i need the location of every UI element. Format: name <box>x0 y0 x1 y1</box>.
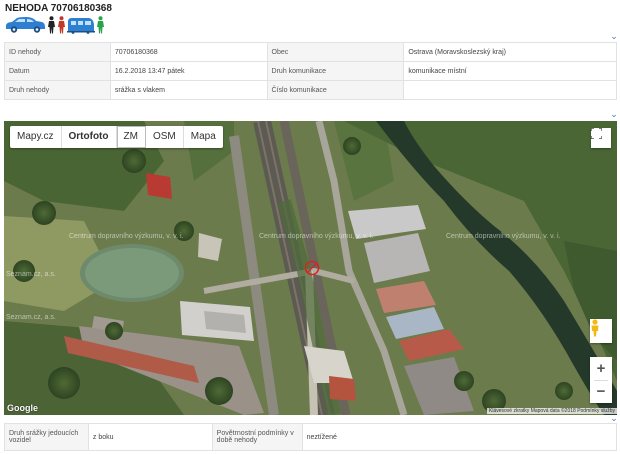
field-value: neztížené <box>301 423 618 451</box>
field-label: Obec <box>266 42 405 62</box>
ortho-photo <box>4 121 617 415</box>
fullscreen-icon <box>591 128 602 139</box>
pegman-icon <box>591 319 599 337</box>
map-layer-tabs: Mapy.cz Ortofoto ZM OSM Mapa <box>10 126 223 148</box>
map-attribution[interactable]: Klávesové zkratky Mapová data ©2018 Podm… <box>487 408 617 414</box>
watermark-seznam: Seznam.cz, a.s. <box>6 314 56 321</box>
field-value: Ostrava (Moravskoslezský kraj) <box>403 42 617 62</box>
table-row: Druh srážky jedoucích vozidel z boku Povět… <box>4 423 618 451</box>
field-value: srážka s vlakem <box>109 80 268 100</box>
watermark: Centrum dopravního výzkumu, v. v. i. <box>259 233 374 240</box>
field-label: ID nehody <box>4 42 111 62</box>
collapse-map-chevron-icon[interactable]: ⌄ <box>609 109 619 119</box>
field-value: z boku <box>87 423 213 451</box>
field-value <box>403 80 617 100</box>
field-label: Druh nehody <box>4 80 111 100</box>
train-icon <box>67 18 95 34</box>
page-title: NEHODA 70706180368 <box>5 3 112 14</box>
map-tab-osm[interactable]: OSM <box>146 126 184 148</box>
field-label: Povětrnostní podmínky v době nehody <box>211 423 303 451</box>
map-view[interactable]: Centrum dopravního výzkumu, v. v. i. Cen… <box>4 121 617 415</box>
person-red-icon <box>58 16 65 34</box>
field-label: Datum <box>4 61 111 81</box>
participant-icons <box>4 14 105 34</box>
field-value: komunikace místní <box>403 61 617 81</box>
watermark: Centrum dopravního výzkumu, v. v. i. <box>69 233 184 240</box>
google-logo: Google <box>7 403 38 413</box>
field-label: Číslo komunikace <box>266 80 405 100</box>
person-black-icon <box>48 16 55 34</box>
car-icon <box>6 17 45 33</box>
fullscreen-button[interactable] <box>591 128 611 148</box>
expand-chevron-icon[interactable]: ⌄ <box>609 31 619 41</box>
table-row: ID nehody 70706180368 Obec Ostrava (Moravsk… <box>4 42 617 62</box>
field-value: 70706180368 <box>109 42 268 62</box>
field-label: Druh srážky jedoucích vozidel <box>4 423 89 451</box>
map-tab-mapy-cz[interactable]: Mapy.cz <box>10 126 62 148</box>
table-row: Druh nehody srážka s vlakem Číslo komunika… <box>4 80 617 100</box>
watermark-seznam: Seznam.cz, a.s. <box>6 271 56 278</box>
expand-details-chevron-icon[interactable]: ⌄ <box>609 413 619 423</box>
watermark: Centrum dopravního výzkumu, v. v. i. <box>446 233 561 240</box>
map-tab-zm[interactable]: ZM <box>116 126 146 148</box>
zoom-control: + − <box>590 357 612 403</box>
table-row: Datum 16.2.2018 13:47 pátek Druh komunikac… <box>4 61 617 81</box>
map-tab-ortofoto[interactable]: Ortofoto <box>62 126 117 148</box>
accident-info-table: ID nehody 70706180368 Obec Ostrava (Moravsk… <box>4 42 617 100</box>
map-tab-mapa[interactable]: Mapa <box>184 126 223 148</box>
zoom-out-button[interactable]: − <box>597 381 606 403</box>
zoom-in-button[interactable]: + <box>597 358 606 380</box>
street-view-button[interactable] <box>590 319 612 343</box>
field-value: 16.2.2018 13:47 pátek <box>109 61 268 81</box>
field-label: Druh komunikace <box>266 61 405 81</box>
accident-detail-table: Druh srážky jedoucích vozidel z boku Povět… <box>4 423 618 451</box>
person-green-icon <box>97 16 104 34</box>
